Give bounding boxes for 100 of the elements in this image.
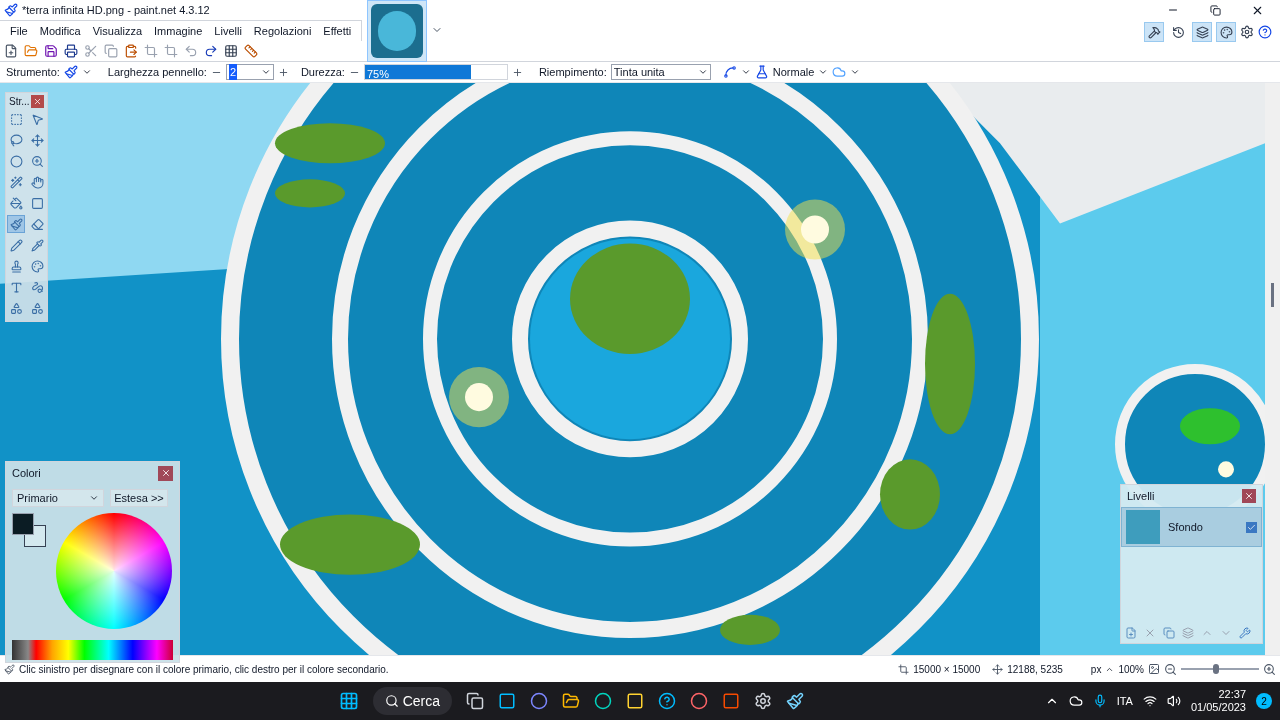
- move-tool[interactable]: [28, 131, 46, 149]
- print-icon[interactable]: [64, 44, 78, 59]
- microphone-icon[interactable]: [1092, 694, 1107, 708]
- help-icon[interactable]: [658, 692, 676, 710]
- task-view-icon[interactable]: [466, 692, 484, 710]
- close-icon: [160, 468, 171, 478]
- caret-icon[interactable]: [818, 67, 829, 77]
- zoom-in-icon[interactable]: [1263, 662, 1276, 676]
- wifi-icon[interactable]: [1142, 694, 1157, 708]
- menu-item[interactable]: Livelli: [208, 23, 248, 40]
- crop-icon[interactable]: [144, 44, 158, 59]
- panel-toggle-button[interactable]: [1216, 22, 1236, 42]
- menu-item[interactable]: File: [4, 23, 34, 40]
- menu-item[interactable]: Effetti: [317, 23, 358, 40]
- undo-icon[interactable]: [184, 44, 198, 59]
- image-size-icon: [898, 663, 910, 675]
- clock-time[interactable]: 22:37: [1218, 688, 1246, 701]
- volume-icon[interactable]: [1166, 694, 1181, 708]
- copy-icon[interactable]: [104, 44, 118, 59]
- menu-item[interactable]: Modifica: [33, 23, 87, 40]
- redo-icon[interactable]: [204, 44, 218, 59]
- zoom-level[interactable]: 100%: [1118, 661, 1144, 677]
- grid-icon[interactable]: [224, 44, 238, 59]
- gear-icon[interactable]: [754, 692, 772, 710]
- hardness-slider[interactable]: 75%: [363, 64, 508, 80]
- fill-dropdown[interactable]: Tinta unita: [610, 64, 711, 80]
- visibility-checkbox[interactable]: [1246, 521, 1257, 533]
- window-title: *terra infinita HD.png - paint.net 4.3.12: [22, 2, 210, 18]
- blend-mode-dropdown[interactable]: Normale: [772, 63, 815, 81]
- save-icon[interactable]: [44, 44, 58, 59]
- fill-label: Riempimento:: [538, 64, 607, 80]
- caret-icon[interactable]: [81, 67, 92, 77]
- panel-toggle-button[interactable]: [1192, 22, 1212, 42]
- open-folder-icon[interactable]: [24, 44, 38, 59]
- color-mode-dropdown[interactable]: Primario: [12, 489, 104, 507]
- zoom-icon: [30, 154, 44, 168]
- wrench-icon[interactable]: [1239, 627, 1251, 639]
- zoom-out-icon[interactable]: [1164, 662, 1177, 676]
- caret-icon[interactable]: [850, 67, 861, 77]
- hardness-label: Durezza:: [300, 64, 345, 80]
- close-button[interactable]: [158, 465, 173, 481]
- primary-color-swatch[interactable]: [12, 513, 34, 535]
- settings-icon[interactable]: [1240, 25, 1254, 39]
- hand-tool[interactable]: [28, 173, 46, 191]
- search-button[interactable]: Cerca: [372, 687, 452, 715]
- panel-title: Colori: [12, 465, 41, 481]
- color-palette[interactable]: [12, 640, 173, 660]
- image-thumbnail-tab[interactable]: [367, 0, 428, 62]
- tool-label: Strumento:: [6, 64, 60, 80]
- menu-item[interactable]: Immagine: [148, 23, 209, 40]
- search-icon: [384, 694, 399, 708]
- panel-title: Livelli: [1127, 488, 1155, 504]
- new-file-icon[interactable]: [4, 44, 18, 59]
- clock-date[interactable]: 01/05/2023: [1190, 701, 1246, 714]
- shapes-icon: [9, 301, 23, 315]
- folder-icon[interactable]: [562, 692, 580, 710]
- lasso-tool[interactable]: [7, 131, 25, 149]
- brush-width-field[interactable]: 2: [225, 64, 274, 80]
- eyedropper-icon: [30, 238, 44, 252]
- zoom-slider[interactable]: [1181, 664, 1259, 674]
- close-button[interactable]: [31, 95, 44, 108]
- close-icon: [33, 97, 42, 106]
- notification-badge[interactable]: 2: [1256, 693, 1272, 709]
- close-icon: [1244, 491, 1254, 501]
- close-button[interactable]: [1242, 489, 1256, 503]
- menu-item[interactable]: Regolazioni: [247, 23, 318, 40]
- eraser-icon: [30, 217, 44, 231]
- zoom-slider-thumb[interactable]: [1213, 664, 1220, 674]
- paste-icon[interactable]: [124, 44, 138, 59]
- increase-icon[interactable]: [511, 66, 523, 78]
- increase-icon[interactable]: [277, 66, 289, 78]
- blend-mode-icon[interactable]: [754, 65, 769, 79]
- paint-app-icon[interactable]: [786, 692, 804, 710]
- menu-item[interactable]: Visualizza: [86, 23, 149, 40]
- cursor-position-icon: [992, 663, 1004, 675]
- caret-icon[interactable]: [740, 67, 751, 77]
- antialias-icon[interactable]: [722, 65, 737, 79]
- magic-wand-tool[interactable]: [7, 173, 25, 191]
- chevron-down-icon: [260, 67, 271, 77]
- paintbrush-tool[interactable]: [7, 215, 25, 233]
- start-icon[interactable]: [338, 691, 359, 711]
- language-indicator[interactable]: ITA: [1116, 692, 1133, 710]
- ruler-icon[interactable]: [244, 44, 258, 59]
- paintbrush-icon: [4, 663, 15, 675]
- cloud-icon[interactable]: [1068, 694, 1083, 708]
- pencil-tool[interactable]: [7, 236, 25, 254]
- image-size: 15000 × 15000: [913, 662, 981, 677]
- fit-window-icon[interactable]: [1148, 663, 1160, 675]
- expand-button[interactable]: Estesa >>: [110, 489, 168, 507]
- brush-width-label: Larghezza pennello:: [107, 64, 207, 80]
- vertical-scrollbar[interactable]: [1265, 83, 1280, 655]
- text-icon: [9, 280, 23, 294]
- paint-bucket-tool[interactable]: [7, 194, 25, 212]
- ellipse-select-tool[interactable]: [7, 152, 25, 170]
- paintbrush-icon[interactable]: [63, 65, 78, 79]
- layer-row[interactable]: Sfondo: [1121, 507, 1262, 547]
- panel-toggle-button[interactable]: [1144, 22, 1164, 42]
- help-icon[interactable]: [1258, 25, 1272, 39]
- cut-icon[interactable]: [84, 44, 98, 59]
- unit-dropdown[interactable]: px: [1090, 661, 1102, 677]
